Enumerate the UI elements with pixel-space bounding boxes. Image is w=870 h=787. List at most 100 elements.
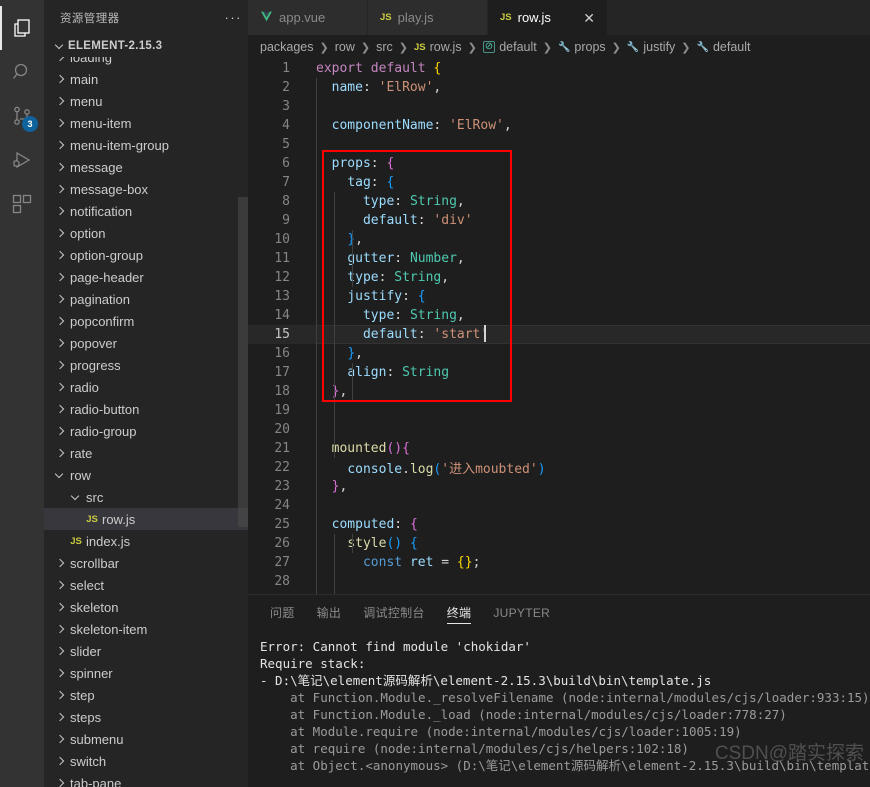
tree-item-label: popconfirm (70, 313, 135, 329)
breadcrumb-item-src[interactable]: src (376, 40, 393, 54)
editor-tab-app-vue[interactable]: app.vue (248, 0, 368, 35)
code-line: 10 }, (248, 230, 870, 249)
chevron-right-icon (52, 625, 68, 634)
tree-item-step[interactable]: step (44, 684, 248, 706)
code-line: 1 export default { (248, 59, 870, 78)
panel-tabs: 问题 输出 调试控制台 终端 JUPYTER (248, 595, 870, 630)
text-caret (484, 325, 486, 342)
line-number: 26 (274, 536, 290, 551)
tree-item-menu-item-group[interactable]: menu-item-group (44, 134, 248, 156)
breadcrumb-item-justify[interactable]: 🔧 justify (627, 40, 675, 54)
tree-item-slider[interactable]: slider (44, 640, 248, 662)
code-line: 16 }, (248, 344, 870, 363)
tree-item-spinner[interactable]: spinner (44, 662, 248, 684)
tree-item-option[interactable]: option (44, 222, 248, 244)
tree-item-message[interactable]: message (44, 156, 248, 178)
chevron-right-icon (52, 273, 68, 282)
line-number: 14 (274, 308, 290, 323)
line-number: 23 (274, 479, 290, 494)
tree-item-menu-item[interactable]: menu-item (44, 112, 248, 134)
code-line: 7 tag: { (248, 173, 870, 192)
line-number: 27 (274, 555, 290, 570)
tree-item-popconfirm[interactable]: popconfirm (44, 310, 248, 332)
activity-item-search[interactable] (0, 50, 44, 94)
tree-item-message-box[interactable]: message-box (44, 178, 248, 200)
line-number: 9 (282, 213, 290, 228)
tree-item-skeleton[interactable]: skeleton (44, 596, 248, 618)
extensions-icon (10, 192, 34, 216)
activity-item-run-and-debug[interactable] (0, 138, 44, 182)
breadcrumb-item-default[interactable]: 🔧 default (697, 40, 751, 54)
line-number: 8 (282, 194, 290, 209)
tree-item-progress[interactable]: progress (44, 354, 248, 376)
chevron-right-icon (52, 449, 68, 458)
tree-item-radio-group[interactable]: radio-group (44, 420, 248, 442)
code-line-text: mounted(){ (331, 441, 410, 456)
tree-item-tab-pane[interactable]: tab-pane (44, 772, 248, 787)
tree-item-option-group[interactable]: option-group (44, 244, 248, 266)
code-line: 14 type: String, (248, 306, 870, 325)
more-actions-icon[interactable]: ··· (225, 10, 243, 25)
tree-root-folder[interactable]: ELEMENT-2.15.3 (44, 35, 248, 57)
activity-item-explorer[interactable] (0, 6, 44, 50)
tree-item-steps[interactable]: steps (44, 706, 248, 728)
line-number: 18 (274, 384, 290, 399)
panel-tab-0[interactable]: 问题 (260, 595, 305, 630)
editor-tab-row-js[interactable]: JS row.js ✕ (488, 0, 608, 35)
code-line: 26 style() { (248, 534, 870, 553)
panel-tab-2[interactable]: 调试控制台 (353, 595, 435, 630)
activity-item-extensions[interactable] (0, 182, 44, 226)
tree-item-radio-button[interactable]: radio-button (44, 398, 248, 420)
tree-item-row[interactable]: row (44, 464, 248, 486)
code-line: 21 mounted(){ (248, 439, 870, 458)
breadcrumb-item-row-js[interactable]: JS row.js (414, 40, 462, 54)
line-number: 24 (274, 498, 290, 513)
line-number: 2 (282, 80, 290, 95)
code-editor[interactable]: 1 export default {2 name: 'ElRow', 3 4 comp… (248, 59, 870, 594)
tree-item-menu[interactable]: menu (44, 90, 248, 112)
tree-item-index-js[interactable]: JS index.js (44, 530, 248, 552)
panel-tab-3[interactable]: 终端 (437, 595, 482, 630)
terminal-output[interactable]: Error: Cannot find module 'chokidar' Requ… (248, 630, 870, 787)
file-tree: loading main menu menu-item menu-item-group m… (44, 57, 248, 787)
tree-item-popover[interactable]: popover (44, 332, 248, 354)
line-number: 3 (282, 99, 290, 114)
tree-root-label: ELEMENT-2.15.3 (68, 40, 163, 52)
chevron-right-icon (52, 691, 68, 700)
chevron-right-icon (52, 757, 68, 766)
breadcrumb-item-row[interactable]: row (335, 40, 355, 54)
tree-item-label: switch (70, 753, 107, 769)
activity-item-source-control[interactable]: 3 (0, 94, 44, 138)
tree-item-rate[interactable]: rate (44, 442, 248, 464)
tree-item-notification[interactable]: notification (44, 200, 248, 222)
tree-item-row-js[interactable]: JS row.js (44, 508, 248, 530)
breadcrumb-item-packages[interactable]: packages (260, 40, 314, 54)
tree-item-submenu[interactable]: submenu (44, 728, 248, 750)
editor-tabs: app.vue JS play.js JS row.js ✕ (248, 0, 870, 35)
close-icon[interactable]: ✕ (573, 11, 595, 25)
tree-item-label: progress (70, 357, 121, 373)
editor-tab-play-js[interactable]: JS play.js (368, 0, 488, 35)
tree-item-switch[interactable]: switch (44, 750, 248, 772)
tree-item-select[interactable]: select (44, 574, 248, 596)
tree-item-main[interactable]: main (44, 68, 248, 90)
editor-tab-label: row.js (517, 10, 551, 25)
tree-item-scrollbar[interactable]: scrollbar (44, 552, 248, 574)
sidebar-scrollbar-thumb[interactable] (238, 197, 248, 527)
tree-item-radio[interactable]: radio (44, 376, 248, 398)
breadcrumb-item-props[interactable]: 🔧 props (558, 40, 606, 54)
chevron-right-icon (52, 405, 68, 414)
tree-item-loading[interactable]: loading (44, 57, 248, 68)
tree-item-src[interactable]: src (44, 486, 248, 508)
code-line-text: gutter: Number, (347, 251, 465, 266)
panel-tab-4[interactable]: JUPYTER (483, 595, 560, 630)
tree-item-label: main (70, 71, 99, 87)
tree-item-page-header[interactable]: page-header (44, 266, 248, 288)
panel-tab-1[interactable]: 输出 (307, 595, 352, 630)
breadcrumb-item-default[interactable]: ⊘ default (482, 40, 537, 54)
tree-item-skeleton-item[interactable]: skeleton-item (44, 618, 248, 640)
js-file-icon: JS (500, 12, 512, 23)
tree-item-pagination[interactable]: pagination (44, 288, 248, 310)
code-line: 12 type: String, (248, 268, 870, 287)
tree-scroll-container[interactable]: loading main menu menu-item menu-item-group m… (44, 57, 248, 787)
